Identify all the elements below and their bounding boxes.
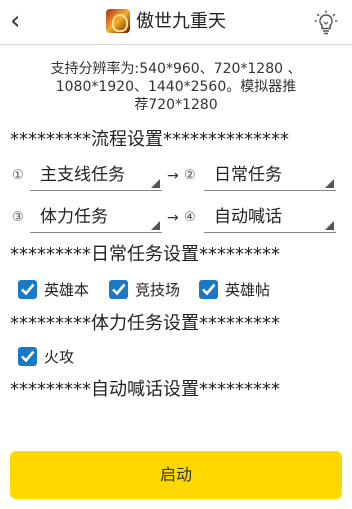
- page-title: 傲世九重天: [136, 11, 226, 32]
- checkbox-checked-icon: [18, 280, 37, 299]
- select-value: 体力任务: [40, 207, 108, 227]
- checkbox-label: 竞技场: [135, 281, 181, 299]
- lightbulb-icon[interactable]: [314, 10, 338, 36]
- dropdown-arrow-icon: [325, 179, 334, 188]
- checkbox-label: 火攻: [44, 348, 75, 366]
- app-logo-icon: [106, 9, 130, 33]
- flow-step-4-select[interactable]: 自动喊话: [204, 204, 336, 233]
- step-number-1: ①: [12, 168, 24, 183]
- flow-step-2-select[interactable]: 日常任务: [204, 162, 336, 191]
- select-value: 主支线任务: [40, 165, 125, 185]
- support-line: 1080*1920、1440*2560。模拟器推: [55, 79, 297, 95]
- flow-arrow: →: [167, 210, 179, 226]
- select-value: 日常任务: [214, 165, 282, 185]
- step-number-4: ④: [184, 210, 196, 225]
- step-number-2: ②: [184, 168, 196, 183]
- flow-step-3-select[interactable]: 体力任务: [30, 204, 162, 233]
- top-bar: ‹ 傲世九重天: [0, 0, 352, 45]
- section-daily-settings: *********日常任务设置*********: [10, 244, 280, 265]
- flow-arrow: →: [167, 168, 179, 184]
- dropdown-arrow-icon: [325, 221, 334, 230]
- support-line: 荐720*1280: [134, 97, 218, 113]
- start-button[interactable]: 启动: [10, 451, 342, 499]
- select-value: 自动喊话: [214, 207, 282, 227]
- support-line: 支持分辨率为:540*960、720*1280 、: [50, 61, 302, 77]
- checkbox-checked-icon: [18, 347, 37, 366]
- step-number-3: ③: [12, 210, 24, 225]
- flow-step-1-select[interactable]: 主支线任务: [30, 162, 162, 191]
- dropdown-arrow-icon: [151, 221, 160, 230]
- section-flow-settings: *********流程设置**************: [10, 129, 289, 150]
- dropdown-arrow-icon: [151, 179, 160, 188]
- back-icon[interactable]: ‹: [10, 6, 20, 36]
- checkbox-checked-icon: [199, 280, 218, 299]
- support-resolution-text: 支持分辨率为:540*960、720*1280 、 1080*1920、1440…: [20, 60, 332, 114]
- checkbox-label: 英雄帖: [225, 281, 271, 299]
- checkbox-checked-icon: [109, 280, 128, 299]
- checkbox-label: 英雄本: [44, 281, 90, 299]
- section-stamina-settings: *********体力任务设置*********: [10, 313, 280, 334]
- section-shout-settings: *********自动喊话设置*********: [10, 379, 280, 400]
